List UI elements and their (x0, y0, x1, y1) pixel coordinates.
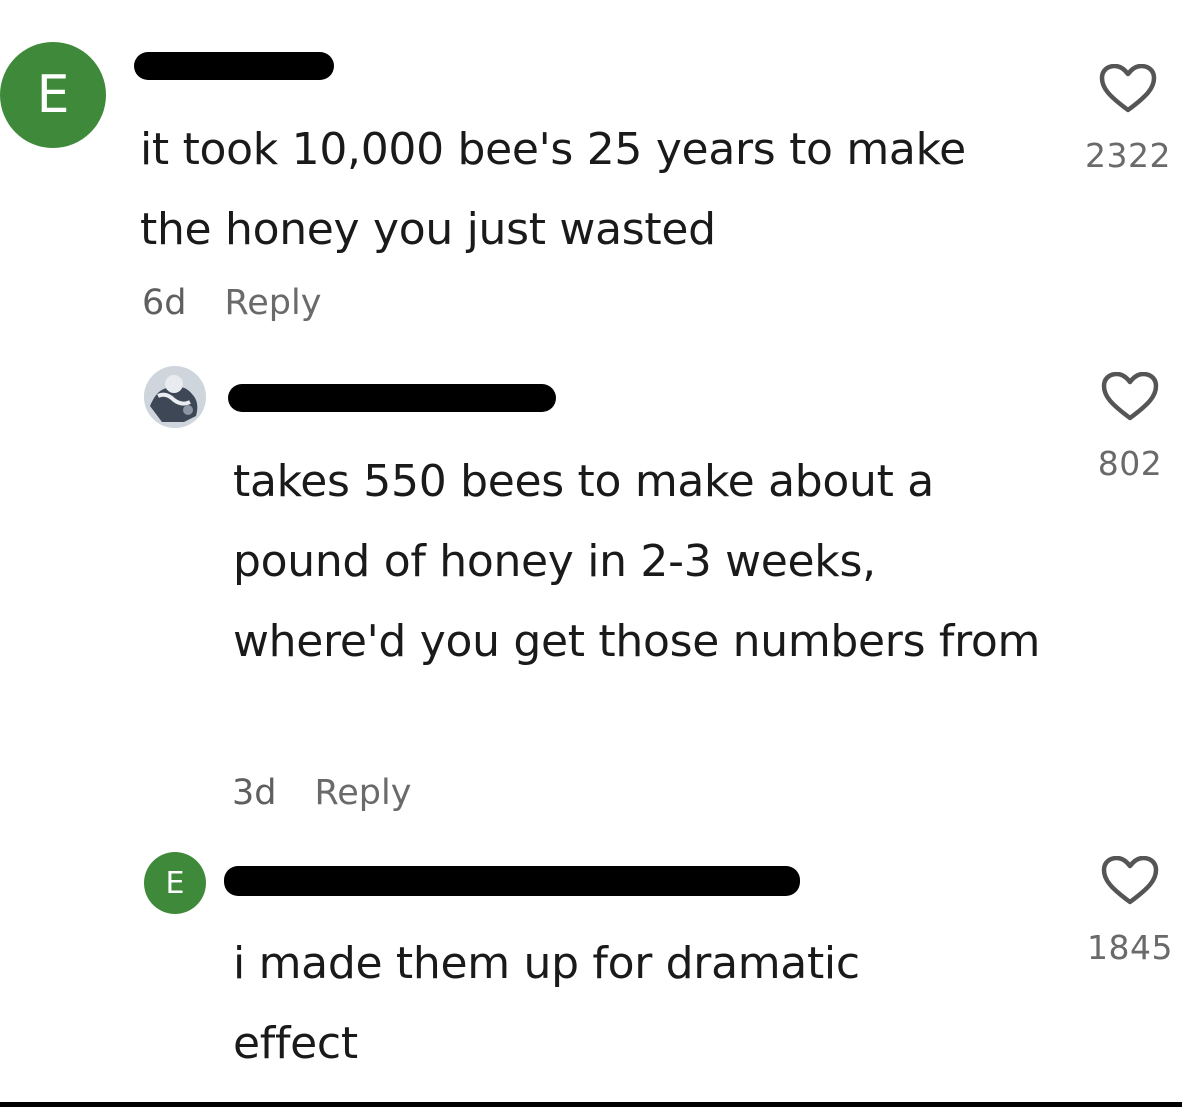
like-count: 1845 (1087, 928, 1173, 967)
comment-text: i made them up for dramatic effect (233, 938, 860, 1069)
avatar[interactable] (144, 366, 206, 428)
heart-outline-icon (1101, 856, 1159, 905)
comment-meta: 6d Reply (142, 283, 321, 323)
heart-outline-icon (1101, 372, 1159, 421)
reply-button[interactable]: Reply (315, 773, 412, 813)
avatar-initial: E (36, 65, 70, 125)
avatar-initial: E (165, 865, 185, 901)
reply-button[interactable]: Reply (225, 283, 322, 323)
avatar[interactable]: E (0, 42, 106, 148)
avatar[interactable]: E (144, 852, 206, 914)
redacted-username (134, 52, 334, 80)
comment-meta: 3d Reply (232, 773, 411, 813)
comment-age: 6d (142, 283, 187, 323)
redacted-username (228, 384, 556, 412)
like-count: 802 (1097, 444, 1163, 483)
like-button[interactable]: 802 (1090, 372, 1170, 483)
comment-age: 3d (232, 773, 277, 813)
comment-text: it took 10,000 bee's 25 years to make th… (140, 124, 966, 255)
heart-outline-icon (1099, 64, 1157, 113)
comment-text: takes 550 bees to make about a pound of … (233, 456, 1041, 667)
like-button[interactable]: 2322 (1082, 64, 1174, 175)
avatar-photo-image (144, 366, 206, 428)
redacted-username (224, 866, 800, 896)
bottom-divider (0, 1102, 1182, 1107)
like-count: 2322 (1085, 136, 1171, 175)
like-button[interactable]: 1845 (1087, 856, 1173, 967)
